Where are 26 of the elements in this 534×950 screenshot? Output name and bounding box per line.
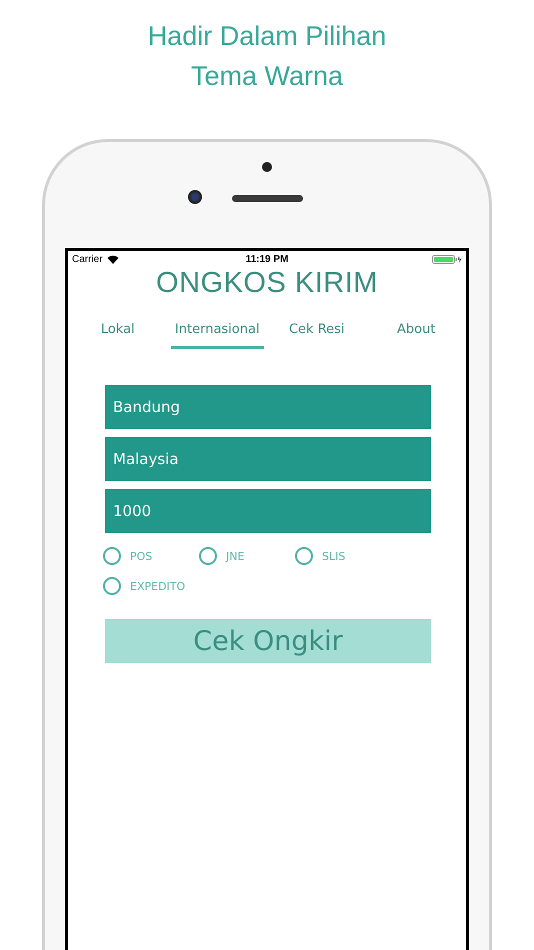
sensor-icon — [262, 162, 272, 172]
tab[interactable]: Internasional — [170, 314, 264, 349]
tab[interactable]: Lokal — [100, 314, 135, 349]
battery-icon — [432, 254, 462, 264]
courier-option[interactable]: JNE — [199, 547, 295, 565]
courier-option[interactable]: EXPEDITO — [103, 577, 199, 595]
radio-button[interactable] — [103, 547, 121, 565]
carrier-label: Carrier — [72, 254, 103, 264]
tab[interactable]: Cek Resi — [288, 314, 345, 349]
radio-button[interactable] — [199, 547, 217, 565]
wifi-icon — [106, 254, 119, 264]
input-field[interactable]: Bandung — [105, 385, 431, 429]
speaker-icon — [232, 195, 303, 202]
headline: Tema Warna — [190, 60, 344, 93]
headline: Hadir Dalam Pilihan — [146, 20, 388, 53]
status-time: 11:19 PM — [246, 254, 288, 264]
courier-option[interactable]: SLIS — [295, 547, 391, 565]
check-button[interactable]: Cek Ongkir — [105, 619, 431, 663]
camera-icon — [188, 190, 202, 204]
input-field[interactable]: 1000 — [105, 489, 431, 533]
courier-option[interactable]: POS — [103, 547, 199, 565]
radio-button[interactable] — [295, 547, 313, 565]
radio-button[interactable] — [103, 577, 121, 595]
tab[interactable]: About — [397, 314, 436, 349]
app-title: ONGKOS KIRIM — [155, 267, 379, 300]
input-field[interactable]: Malaysia — [105, 437, 431, 481]
